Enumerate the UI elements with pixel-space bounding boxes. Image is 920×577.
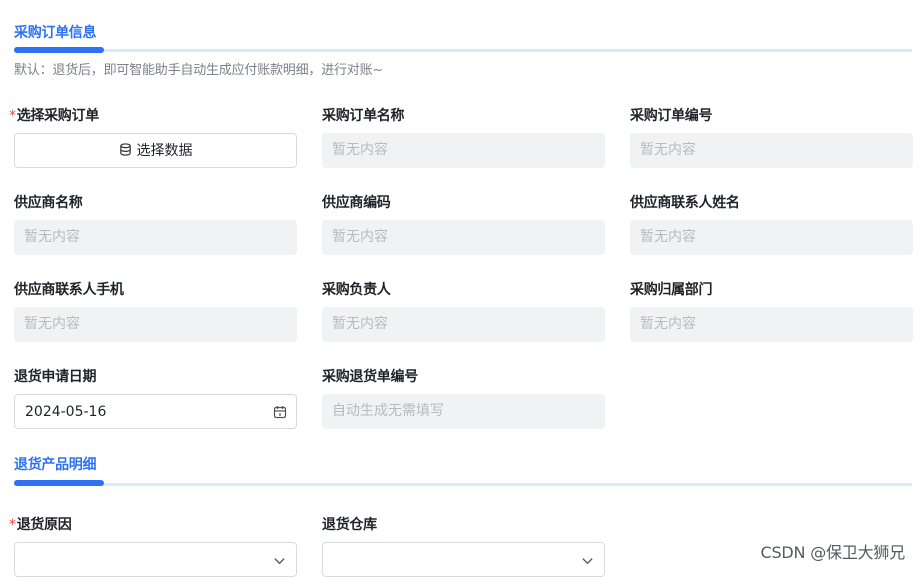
field-select-order: *选择采购订单 选择数据 [9, 106, 297, 168]
field-label: 供应商编码 [322, 195, 391, 211]
field-label-text: 退货原因 [16, 517, 72, 533]
section-header-order-info: 采购订单信息 [14, 22, 912, 56]
section-divider [14, 49, 912, 52]
purchaser-field: 暂无内容 [322, 307, 605, 342]
section-title: 采购订单信息 [14, 25, 97, 41]
field-supplier-phone: 供应商联系人手机 暂无内容 [14, 280, 297, 342]
section-title: 退货产品明细 [14, 457, 97, 473]
supplier-code-field: 暂无内容 [322, 220, 605, 255]
required-mark: * [9, 517, 16, 533]
section-divider [14, 483, 912, 486]
field-supplier-contact: 供应商联系人姓名 暂无内容 [630, 193, 913, 255]
section-header-return-products: 退货产品明细 [14, 454, 912, 488]
select-data-button[interactable]: 选择数据 [14, 133, 297, 168]
field-department: 采购归属部门 暂无内容 [630, 280, 913, 342]
hint-text: 默认：退货后，即可智能助手自动生成应付账款明细，进行对账~ [14, 63, 384, 78]
required-mark: * [9, 108, 16, 124]
section-accent-bar [14, 47, 104, 53]
chevron-down-icon [582, 558, 593, 565]
watermark-text: CSDN @保卫大狮兄 [760, 543, 905, 562]
database-icon [119, 143, 131, 156]
order-no-field: 暂无内容 [630, 133, 913, 168]
field-label: 供应商名称 [14, 195, 83, 211]
field-order-no: 采购订单编号 暂无内容 [630, 106, 913, 168]
calendar-icon[interactable] [273, 405, 287, 419]
supplier-phone-field: 暂无内容 [14, 307, 297, 342]
field-purchaser: 采购负责人 暂无内容 [322, 280, 605, 342]
field-label-text: 选择采购订单 [16, 108, 100, 124]
select-data-label: 选择数据 [136, 143, 193, 159]
supplier-contact-field: 暂无内容 [630, 220, 913, 255]
field-return-date: 退货申请日期 2024-05-16 [14, 367, 297, 429]
field-supplier-code: 供应商编码 暂无内容 [322, 193, 605, 255]
field-label: 退货仓库 [322, 517, 377, 533]
return-date-value: 2024-05-16 [25, 404, 107, 420]
return-no-field: 自动生成无需填写 [322, 394, 605, 429]
supplier-name-field: 暂无内容 [14, 220, 297, 255]
field-label: 退货申请日期 [14, 369, 97, 385]
department-field: 暂无内容 [630, 307, 913, 342]
field-label: 采购归属部门 [630, 282, 713, 298]
field-supplier-name: 供应商名称 暂无内容 [14, 193, 297, 255]
field-order-name: 采购订单名称 暂无内容 [322, 106, 605, 168]
return-date-picker[interactable]: 2024-05-16 [14, 394, 297, 429]
field-label: 采购负责人 [322, 282, 391, 298]
return-warehouse-select[interactable] [322, 542, 605, 577]
field-label: 供应商联系人手机 [14, 282, 124, 298]
chevron-down-icon [274, 558, 285, 565]
field-label: 供应商联系人姓名 [630, 195, 740, 211]
section-accent-bar [14, 480, 104, 486]
order-name-field: 暂无内容 [322, 133, 605, 168]
field-label: *选择采购订单 [9, 106, 292, 126]
field-label: 采购订单编号 [630, 108, 713, 124]
field-label: *退货原因 [9, 515, 292, 535]
field-label: 采购订单名称 [322, 108, 405, 124]
return-reason-select[interactable] [14, 542, 297, 577]
field-return-reason: *退货原因 [9, 515, 297, 577]
field-return-no: 采购退货单编号 自动生成无需填写 [322, 367, 605, 429]
field-label: 采购退货单编号 [322, 369, 418, 385]
field-return-warehouse: 退货仓库 [322, 515, 605, 577]
